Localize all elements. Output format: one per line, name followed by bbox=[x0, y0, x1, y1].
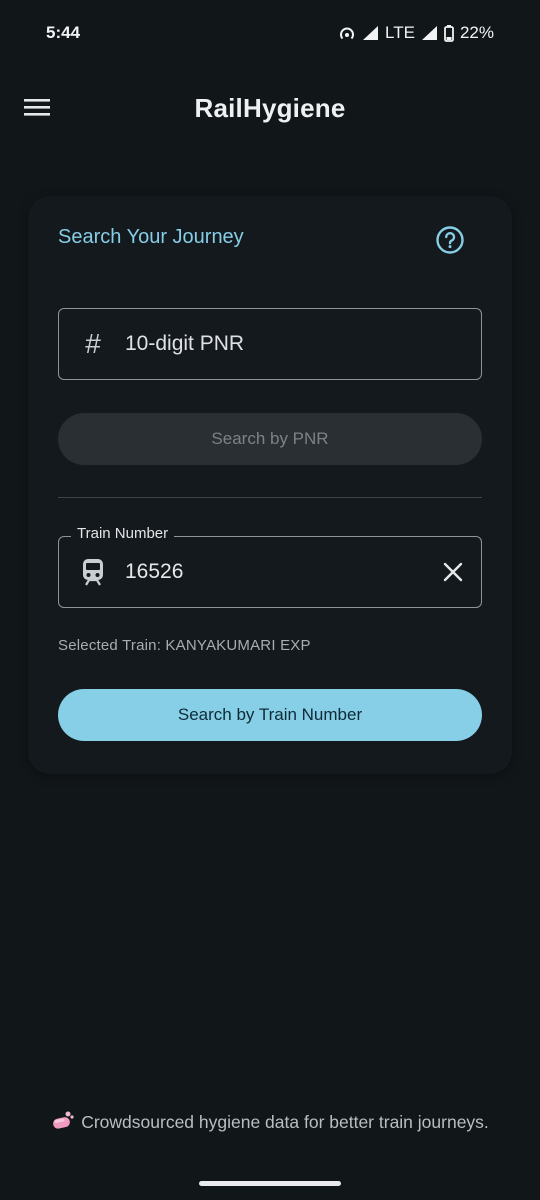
search-by-pnr-button[interactable]: Search by PNR bbox=[58, 413, 482, 465]
status-time: 5:44 bbox=[46, 23, 81, 42]
network-type: LTE bbox=[385, 23, 415, 42]
card-title: Search Your Journey bbox=[58, 226, 244, 248]
status-bar: 5:44 LTE 22% bbox=[0, 0, 540, 66]
footer-text: Crowdsourced hygiene data for better tra… bbox=[81, 1112, 489, 1132]
status-icons: LTE 22% bbox=[338, 23, 494, 43]
divider bbox=[58, 497, 482, 498]
pnr-input[interactable] bbox=[125, 309, 481, 379]
signal-icon bbox=[362, 25, 379, 41]
close-icon[interactable] bbox=[425, 537, 481, 607]
soap-icon bbox=[51, 1110, 75, 1135]
footer: Crowdsourced hygiene data for better tra… bbox=[0, 1110, 540, 1135]
battery-level: 22% bbox=[459, 23, 494, 42]
selected-train-text: Selected Train: KANYAKUMARI EXP bbox=[58, 637, 311, 654]
pnr-field[interactable]: # bbox=[58, 308, 482, 380]
train-number-input[interactable] bbox=[125, 537, 425, 607]
train-number-field[interactable]: Train Number bbox=[58, 525, 482, 608]
app-bar: RailHygiene bbox=[0, 72, 540, 144]
help-circle-icon[interactable] bbox=[434, 224, 466, 256]
train-number-label: Train Number bbox=[71, 525, 175, 542]
battery-icon bbox=[444, 24, 454, 42]
search-by-train-number-button[interactable]: Search by Train Number bbox=[58, 689, 482, 741]
search-card: Search Your Journey # Search by PNR Trai… bbox=[28, 196, 512, 774]
home-indicator[interactable] bbox=[199, 1181, 341, 1186]
app-title: RailHygiene bbox=[194, 92, 346, 123]
signal-icon-2 bbox=[421, 25, 438, 41]
hash-icon: # bbox=[85, 328, 101, 359]
hamburger-menu-icon[interactable] bbox=[16, 86, 58, 128]
hotspot-icon bbox=[338, 25, 356, 41]
train-icon bbox=[59, 558, 125, 586]
